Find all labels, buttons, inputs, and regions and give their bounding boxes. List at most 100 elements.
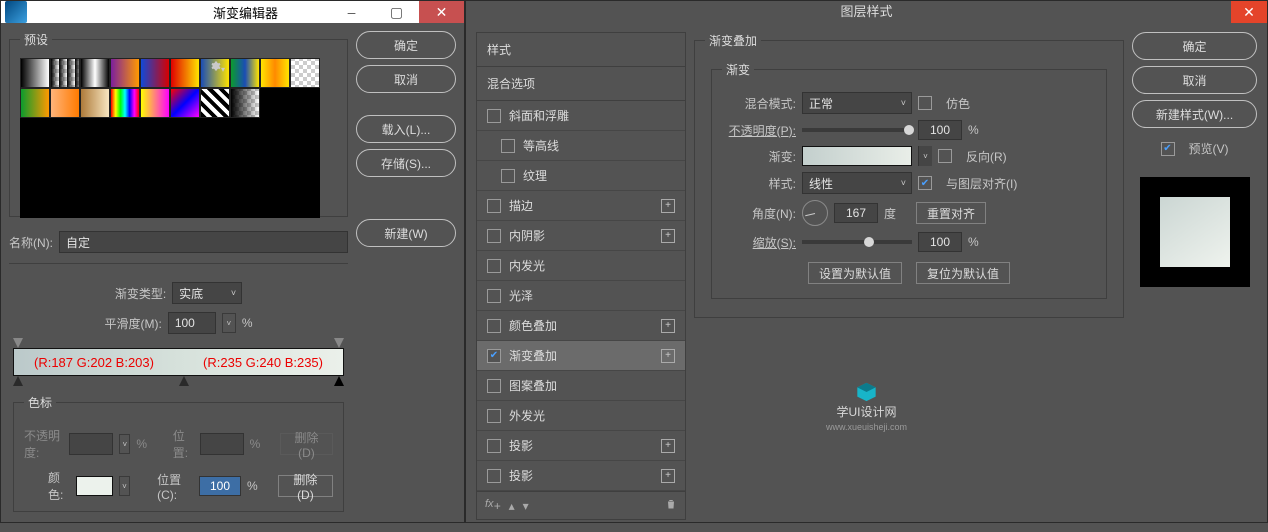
- style-gradient-overlay[interactable]: 渐变叠加+: [477, 341, 685, 371]
- name-input[interactable]: [59, 231, 348, 253]
- checkbox-icon[interactable]: [501, 139, 515, 153]
- color-well[interactable]: [76, 476, 112, 496]
- scale-input[interactable]: [918, 232, 962, 252]
- opacity-stop[interactable]: [334, 338, 344, 348]
- ok-button[interactable]: 确定: [1132, 32, 1257, 60]
- gradient-dropdown-icon[interactable]: ˅: [918, 146, 932, 166]
- load-button[interactable]: 载入(L)...: [356, 115, 456, 143]
- ok-button[interactable]: 确定: [356, 31, 456, 59]
- plus-icon[interactable]: +: [661, 469, 675, 483]
- checkbox-icon[interactable]: [487, 379, 501, 393]
- cancel-button[interactable]: 取消: [356, 65, 456, 93]
- checkbox-icon[interactable]: [487, 229, 501, 243]
- opacity-stop[interactable]: [13, 338, 23, 348]
- style-stroke[interactable]: 描边+: [477, 191, 685, 221]
- checkbox-icon[interactable]: [487, 439, 501, 453]
- preset-swatch[interactable]: [200, 88, 230, 118]
- preset-swatch[interactable]: [290, 58, 320, 88]
- checkbox-icon[interactable]: [487, 109, 501, 123]
- color-well-dd-icon[interactable]: ˅: [119, 476, 131, 496]
- plus-icon[interactable]: +: [661, 349, 675, 363]
- gradient-bar[interactable]: (R:187 G:202 B:203) (R:235 G:240 B:235): [13, 348, 344, 376]
- scale-slider[interactable]: [802, 240, 912, 244]
- preset-swatch[interactable]: [50, 58, 80, 88]
- minimize-button[interactable]: –: [329, 1, 374, 23]
- plus-icon[interactable]: +: [661, 319, 675, 333]
- preset-swatch[interactable]: [80, 58, 110, 88]
- reset-default-button[interactable]: 复位为默认值: [916, 262, 1010, 284]
- angle-dial[interactable]: [802, 200, 828, 226]
- save-button[interactable]: 存储(S)...: [356, 149, 456, 177]
- blending-options-item[interactable]: 混合选项: [477, 67, 685, 101]
- style-pattern-overlay[interactable]: 图案叠加: [477, 371, 685, 401]
- opacity-input[interactable]: [918, 120, 962, 140]
- blend-mode-select[interactable]: 正常: [802, 92, 912, 114]
- checkbox-icon[interactable]: [487, 289, 501, 303]
- color-stop[interactable]: [13, 376, 23, 386]
- arrow-up-icon[interactable]: ▴: [509, 499, 515, 513]
- preset-swatch[interactable]: [260, 58, 290, 88]
- preview-checkbox[interactable]: [1161, 142, 1175, 156]
- gradient-ramp[interactable]: (R:187 G:202 B:203) (R:235 G:240 B:235): [13, 348, 344, 376]
- maximize-button[interactable]: ▢: [374, 1, 419, 23]
- preset-swatch[interactable]: [80, 88, 110, 118]
- style-satin[interactable]: 光泽: [477, 281, 685, 311]
- style-inner-glow[interactable]: 内发光: [477, 251, 685, 281]
- style-inner-shadow[interactable]: 内阴影+: [477, 221, 685, 251]
- delete-color-stop-button[interactable]: 删除(D): [278, 475, 333, 497]
- style-drop-shadow[interactable]: 投影+: [477, 431, 685, 461]
- style-outer-glow[interactable]: 外发光: [477, 401, 685, 431]
- style-contour[interactable]: 等高线: [477, 131, 685, 161]
- preset-swatch[interactable]: [110, 58, 140, 88]
- preset-swatch[interactable]: [110, 88, 140, 118]
- opacity-slider[interactable]: [802, 128, 912, 132]
- cancel-button[interactable]: 取消: [1132, 66, 1257, 94]
- style-bevel[interactable]: 斜面和浮雕: [477, 101, 685, 131]
- color-stop-active[interactable]: [334, 376, 344, 386]
- preset-swatch[interactable]: [230, 88, 260, 118]
- color-stop-mid[interactable]: [179, 376, 189, 386]
- gradient-type-select[interactable]: 实底: [172, 282, 242, 304]
- style-select[interactable]: 线性: [802, 172, 912, 194]
- checkbox-icon[interactable]: [487, 319, 501, 333]
- reverse-checkbox[interactable]: [938, 149, 952, 163]
- checkbox-icon[interactable]: [487, 409, 501, 423]
- preset-swatch[interactable]: [170, 58, 200, 88]
- checkbox-icon[interactable]: [501, 169, 515, 183]
- checkbox-icon[interactable]: [487, 259, 501, 273]
- preset-swatch[interactable]: [230, 58, 260, 88]
- reset-align-button[interactable]: 重置对齐: [916, 202, 986, 224]
- gradient-preview[interactable]: [802, 146, 912, 166]
- styles-header[interactable]: 样式: [477, 33, 685, 67]
- checkbox-checked-icon[interactable]: [487, 349, 501, 363]
- preset-swatch[interactable]: [20, 58, 50, 88]
- angle-input[interactable]: [834, 203, 878, 223]
- style-color-overlay[interactable]: 颜色叠加+: [477, 311, 685, 341]
- plus-icon[interactable]: +: [661, 199, 675, 213]
- dither-checkbox[interactable]: [918, 96, 932, 110]
- preset-swatch[interactable]: [140, 58, 170, 88]
- trash-icon[interactable]: [665, 498, 677, 513]
- smoothness-input[interactable]: [168, 312, 216, 334]
- plus-icon[interactable]: +: [661, 439, 675, 453]
- fx-icon[interactable]: fx+: [485, 498, 501, 513]
- preset-swatch[interactable]: [170, 88, 200, 118]
- stop-position2-label: 位置(C):: [157, 471, 193, 502]
- new-button[interactable]: 新建(W): [356, 219, 456, 247]
- plus-icon[interactable]: +: [661, 229, 675, 243]
- style-drop-shadow-2[interactable]: 投影+: [477, 461, 685, 491]
- gear-icon[interactable]: ▾: [209, 60, 229, 75]
- close-button[interactable]: ✕: [419, 1, 464, 23]
- arrow-down-icon[interactable]: ▾: [523, 499, 529, 513]
- checkbox-icon[interactable]: [487, 469, 501, 483]
- stop-position2-input[interactable]: [199, 476, 241, 496]
- checkbox-icon[interactable]: [487, 199, 501, 213]
- smoothness-dropdown-icon[interactable]: ˅: [222, 313, 236, 333]
- new-style-button[interactable]: 新建样式(W)...: [1132, 100, 1257, 128]
- set-default-button[interactable]: 设置为默认值: [808, 262, 902, 284]
- preset-swatch[interactable]: [50, 88, 80, 118]
- style-texture[interactable]: 纹理: [477, 161, 685, 191]
- preset-swatch[interactable]: [20, 88, 50, 118]
- align-checkbox[interactable]: [918, 176, 932, 190]
- preset-swatch[interactable]: [140, 88, 170, 118]
